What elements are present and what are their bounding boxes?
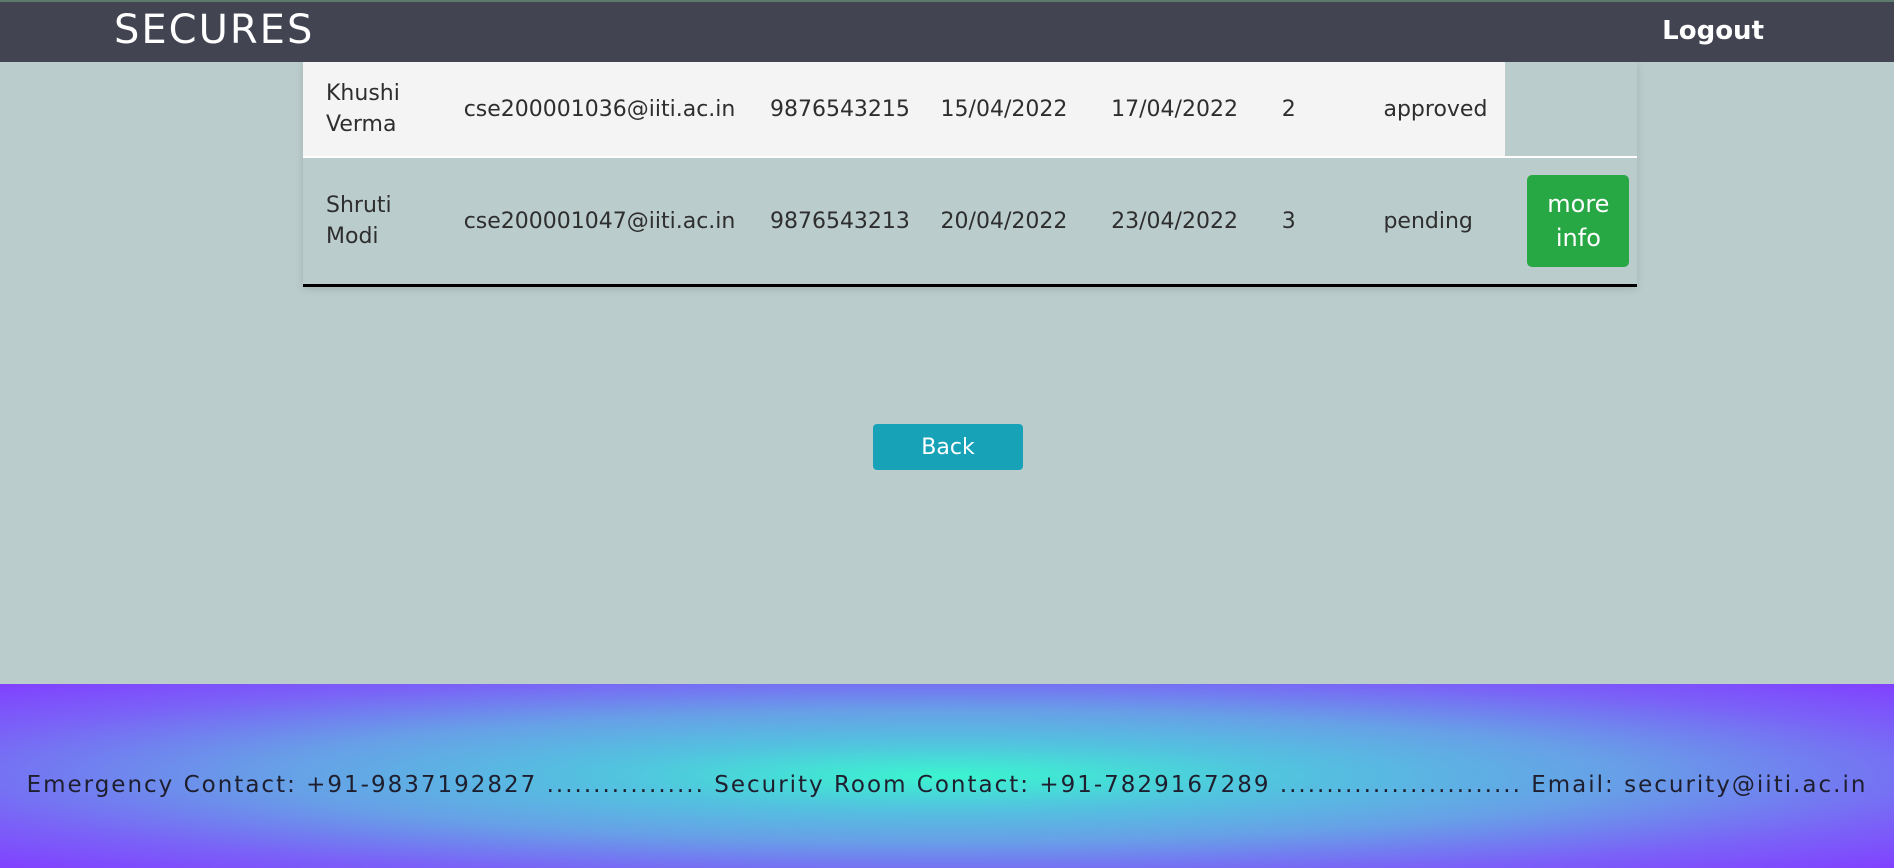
back-button[interactable]: Back — [873, 424, 1023, 470]
to-date-cell: 17/04/2022 — [1088, 62, 1259, 157]
footer-contact-text: Emergency Contact: +91-9837192827 ......… — [26, 772, 1868, 798]
status-cell: approved — [1360, 62, 1506, 157]
table-row: Khushi Verma cse200001036@iiti.ac.in 987… — [303, 62, 1637, 157]
footer: Emergency Contact: +91-9837192827 ......… — [0, 684, 1894, 868]
more-info-button[interactable]: more info — [1527, 175, 1630, 267]
top-navbar: SECURES Logout — [0, 0, 1894, 62]
table-row: Shruti Modi cse200001047@iiti.ac.in 9876… — [303, 156, 1637, 287]
days-cell: 3 — [1258, 156, 1361, 287]
days-cell: 2 — [1258, 62, 1361, 157]
action-cell: more info — [1505, 156, 1637, 287]
name-cell: Khushi Verma — [303, 62, 441, 157]
phone-cell: 9876543213 — [746, 156, 918, 287]
logout-link[interactable]: Logout — [1662, 16, 1764, 46]
status-cell: pending — [1360, 156, 1506, 287]
to-date-cell: 23/04/2022 — [1088, 156, 1259, 287]
phone-cell: 9876543215 — [746, 62, 918, 157]
action-cell-empty — [1505, 62, 1637, 157]
name-cell: Shruti Modi — [303, 156, 441, 287]
from-date-cell: 15/04/2022 — [917, 62, 1089, 157]
leave-requests-table: Khushi Verma cse200001036@iiti.ac.in 987… — [303, 62, 1637, 287]
from-date-cell: 20/04/2022 — [917, 156, 1089, 287]
email-cell: cse200001036@iiti.ac.in — [440, 62, 747, 157]
brand-logo-text[interactable]: SECURES — [114, 7, 314, 53]
email-cell: cse200001047@iiti.ac.in — [440, 156, 747, 287]
